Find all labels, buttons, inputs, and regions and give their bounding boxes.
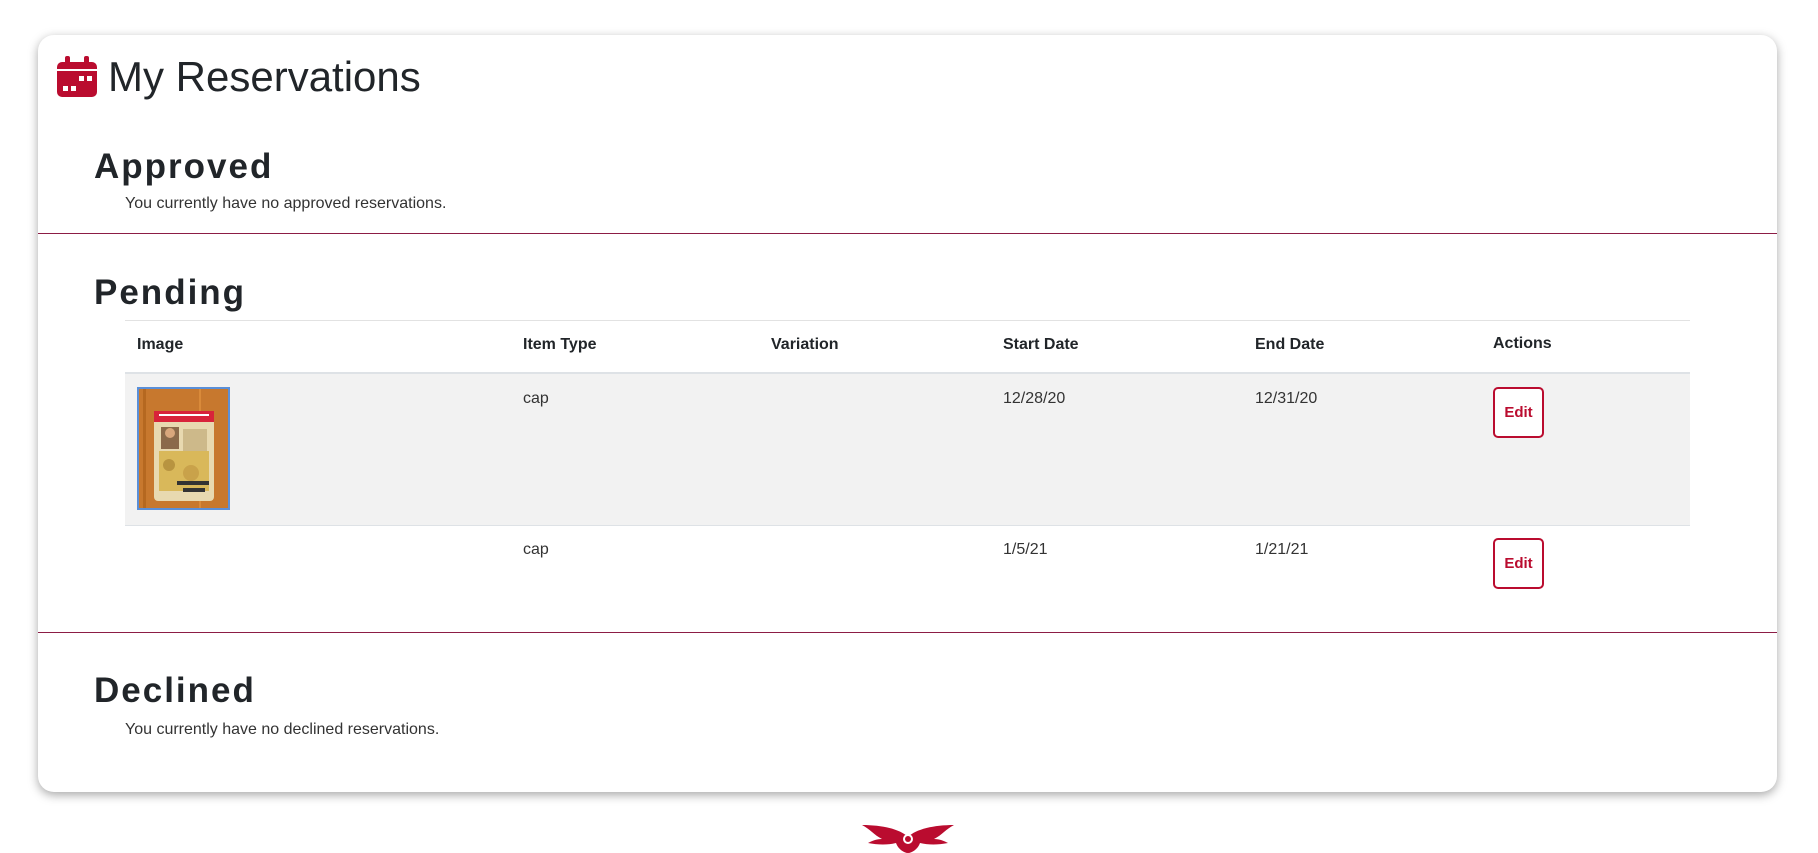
table-header: Image Item Type Variation Start Date End… xyxy=(125,320,1690,374)
pending-reservations-table: Image Item Type Variation Start Date End… xyxy=(125,320,1690,630)
item-type-cell: cap xyxy=(523,541,549,558)
end-date-cell: 12/31/20 xyxy=(1255,390,1318,407)
declined-empty-message: You currently have no declined reservati… xyxy=(125,721,440,738)
column-header-item-type: Item Type xyxy=(523,336,597,353)
declined-heading: Declined xyxy=(94,671,256,710)
start-date-cell: 12/28/20 xyxy=(1003,390,1066,407)
column-header-image: Image xyxy=(137,336,184,353)
reservations-card: My Reservations Approved You currently h… xyxy=(38,35,1777,792)
table-row: cap 12/28/20 12/31/20 Edit xyxy=(125,374,1690,526)
approved-heading: Approved xyxy=(94,147,274,186)
page-header: My Reservations xyxy=(56,53,421,101)
calendar-icon xyxy=(57,56,97,97)
section-divider xyxy=(38,632,1777,633)
page-title: My Reservations xyxy=(108,53,421,100)
item-type-cell: cap xyxy=(523,390,549,407)
end-date-cell: 1/21/21 xyxy=(1255,541,1309,558)
section-divider xyxy=(38,233,1777,234)
id-card-photo xyxy=(139,389,228,508)
edit-button[interactable]: Edit xyxy=(1493,538,1544,589)
table-row: cap 1/5/21 1/21/21 Edit xyxy=(125,526,1690,630)
start-date-cell: 1/5/21 xyxy=(1003,541,1048,558)
column-header-start-date: Start Date xyxy=(1003,336,1079,353)
cardinal-logo-icon xyxy=(862,825,954,853)
edit-button[interactable]: Edit xyxy=(1493,387,1544,438)
column-header-actions: Actions xyxy=(1493,335,1552,352)
approved-empty-message: You currently have no approved reservati… xyxy=(125,195,447,212)
column-header-end-date: End Date xyxy=(1255,336,1325,353)
pending-heading: Pending xyxy=(94,273,247,312)
reservation-item-image[interactable] xyxy=(137,387,230,510)
column-header-variation: Variation xyxy=(771,336,839,353)
